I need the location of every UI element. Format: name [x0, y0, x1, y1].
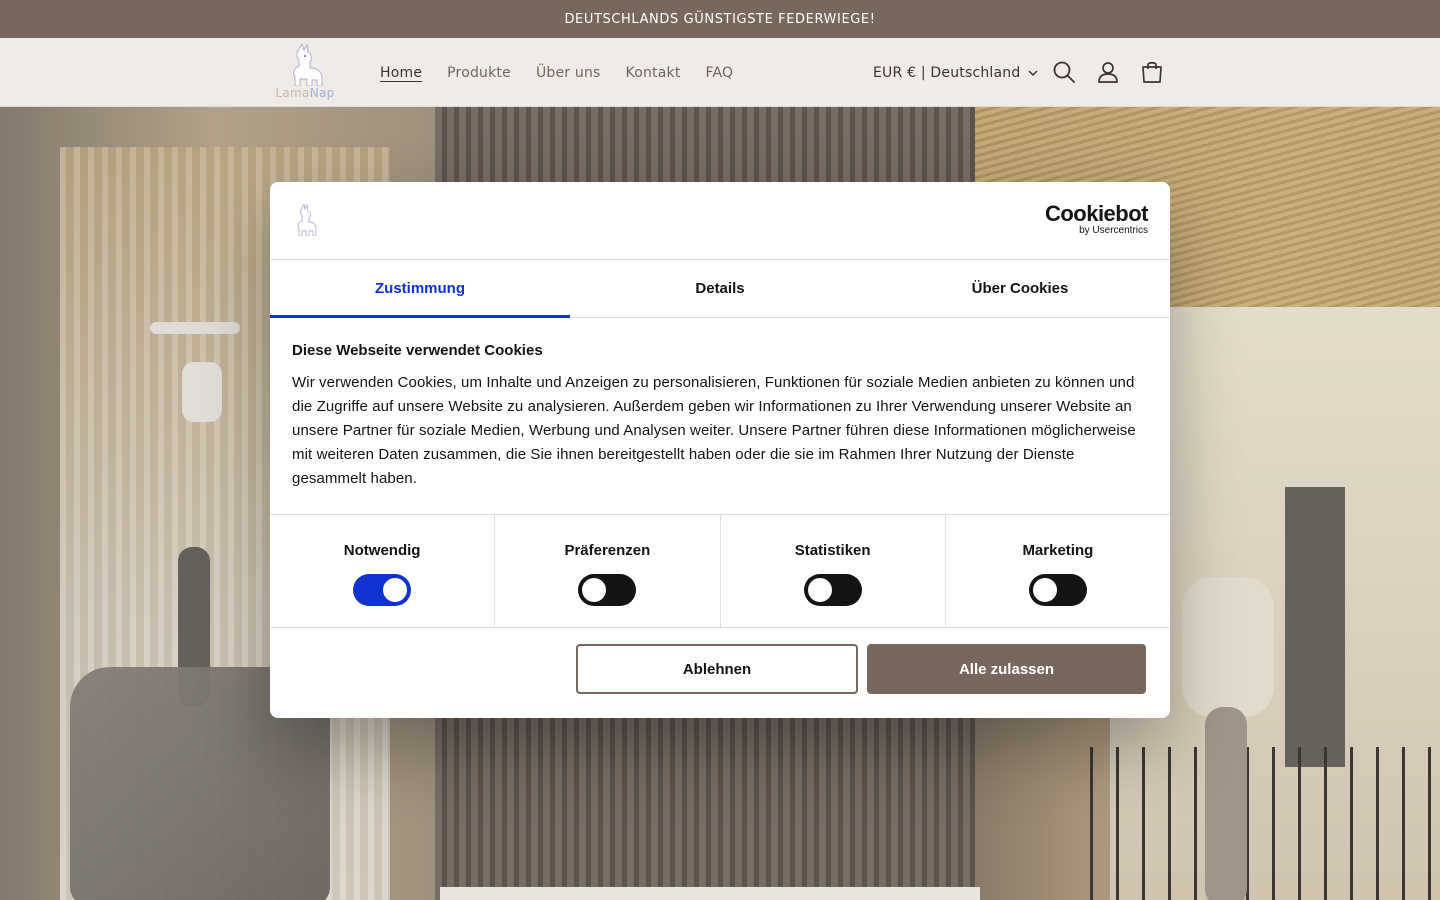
toggle-label: Notwendig: [343, 542, 421, 559]
toggle-group-notwendig: Notwendig: [270, 515, 496, 627]
tab-ueber-cookies[interactable]: Über Cookies: [870, 260, 1170, 317]
announcement-text: DEUTSCHLANDS GÜNSTIGSTE FEDERWIEGE!: [564, 11, 876, 27]
site-logo-icon: [292, 202, 318, 237]
toggle-notwendig[interactable]: [353, 574, 412, 606]
logo[interactable]: LamaNap: [272, 42, 338, 100]
toggle-marketing[interactable]: [1028, 574, 1087, 606]
cookie-tabs: Zustimmung Details Über Cookies: [270, 260, 1170, 318]
country-selector-label: EUR € | Deutschland: [873, 64, 1021, 81]
toggle-label: Marketing: [1022, 542, 1094, 559]
chevron-down-icon: [1028, 65, 1038, 81]
accept-all-button[interactable]: Alle zulassen: [867, 644, 1146, 694]
logo-wordmark: LamaNap: [275, 86, 335, 100]
tab-zustimmung[interactable]: Zustimmung: [270, 260, 570, 318]
site-header: LamaNap Home Produkte Über uns Kontakt F…: [0, 38, 1440, 107]
toggle-group-statistiken: Statistiken: [721, 515, 946, 627]
tab-details[interactable]: Details: [570, 260, 870, 317]
nav-faq[interactable]: FAQ: [706, 65, 734, 81]
toggle-praeferenzen[interactable]: [578, 574, 637, 606]
cookie-dialog-title: Diese Webseite verwendet Cookies: [292, 342, 543, 359]
toggle-label: Statistiken: [794, 542, 871, 559]
account-icon[interactable]: [1095, 59, 1121, 85]
country-selector[interactable]: EUR € | Deutschland: [873, 38, 1038, 107]
announcement-bar: DEUTSCHLANDS GÜNSTIGSTE FEDERWIEGE!: [0, 0, 1440, 38]
toggle-label: Präferenzen: [564, 542, 651, 559]
cookie-dialog-text: Wir verwenden Cookies, um Inhalte und An…: [292, 374, 1136, 487]
search-icon[interactable]: [1051, 59, 1077, 85]
reject-button[interactable]: Ablehnen: [576, 644, 858, 694]
nav-ueber-uns[interactable]: Über uns: [536, 65, 601, 81]
nav-produkte[interactable]: Produkte: [447, 65, 511, 81]
nav-home[interactable]: Home: [380, 65, 422, 81]
toggle-statistiken[interactable]: [803, 574, 862, 606]
cookiebot-logo: Cookiebot by Usercentrics: [1044, 201, 1149, 237]
llama-icon: [293, 42, 323, 87]
consent-toggles: Notwendig Präferenzen Statistiken Market…: [270, 514, 1170, 628]
toggle-group-marketing: Marketing: [946, 515, 1170, 627]
cookie-consent-dialog: Cookiebot by Usercentrics Zustimmung Det…: [270, 182, 1170, 718]
cookie-dialog-body: Diese Webseite verwendet Cookies Wir ver…: [292, 342, 1142, 491]
cookie-dialog-header: Cookiebot by Usercentrics: [270, 182, 1170, 260]
toggle-group-praeferenzen: Präferenzen: [495, 515, 721, 627]
cart-icon[interactable]: [1139, 59, 1165, 85]
nav-kontakt[interactable]: Kontakt: [626, 65, 681, 81]
main-nav: Home Produkte Über uns Kontakt FAQ: [380, 38, 758, 107]
